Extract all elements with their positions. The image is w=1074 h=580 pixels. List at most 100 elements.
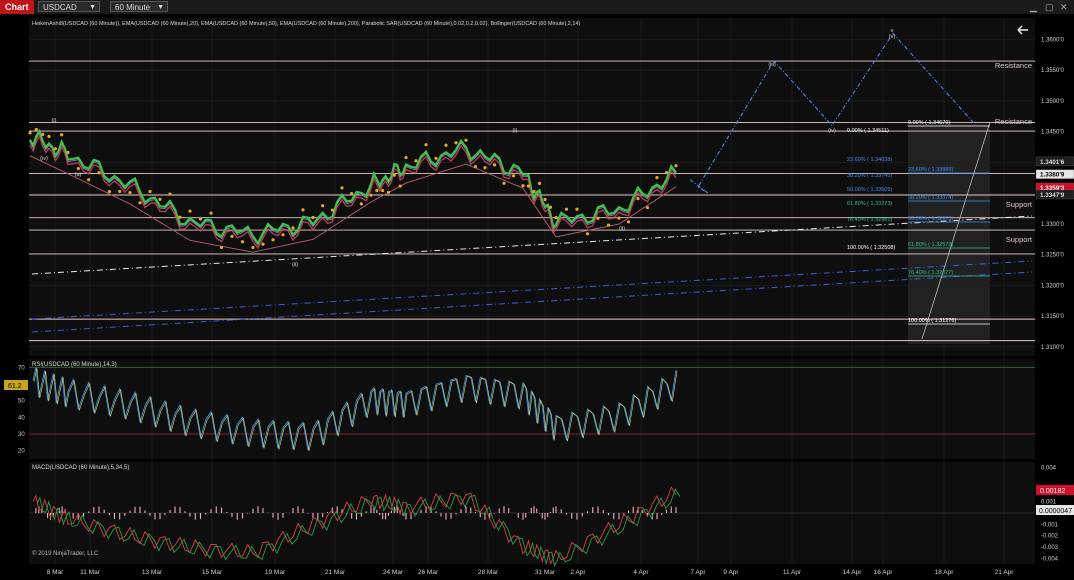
- sar-dot: [97, 171, 101, 175]
- sar-dot: [554, 215, 558, 220]
- sar-dot: [375, 188, 379, 193]
- wave-label: v: [891, 28, 894, 34]
- wave-label: (iv): [828, 128, 836, 134]
- toolbar: Chart USDCAD ▼ 60 Minute ▼ ▁ ▢ ✕: [0, 0, 1074, 15]
- fib-label: 0.00% ( 1.34511): [847, 128, 889, 134]
- macd-label: MACD(USDCAD (60 Minute),5,34,5): [32, 465, 129, 471]
- sar-dot: [359, 202, 363, 206]
- sar-dot: [511, 174, 516, 178]
- sar-dot: [521, 184, 525, 188]
- instrument-value: USDCAD: [43, 3, 77, 12]
- rsi-panel[interactable]: [29, 359, 1035, 459]
- sar-dot: [340, 186, 344, 190]
- chevron-down-icon: ▼: [89, 4, 96, 11]
- sar-dot: [464, 138, 468, 142]
- sar-dot: [575, 207, 579, 211]
- instrument-selector[interactable]: USDCAD ▼: [38, 1, 100, 12]
- wave-label: (v): [889, 34, 896, 40]
- price-tag-label: 1.3347'9: [1040, 192, 1065, 199]
- sar-dot: [585, 232, 590, 236]
- fib-label: 76.40% ( 1.32077): [908, 270, 953, 276]
- zone-label: Support: [1006, 235, 1033, 244]
- chart-tab[interactable]: Chart: [0, 0, 34, 14]
- x-tick-label: 13 Mar: [142, 569, 163, 576]
- price-tag-label: 1.3401'6: [1040, 159, 1065, 166]
- sar-dot: [596, 216, 600, 220]
- rsi-tick-label: 40: [18, 415, 25, 421]
- x-tick-label: 24 Mar: [383, 569, 404, 576]
- sar-dot: [118, 189, 122, 194]
- sar-dot: [386, 190, 391, 194]
- fib-label: 0.00% ( 1.34670): [908, 120, 950, 126]
- sar-dot: [87, 178, 91, 182]
- fib-label: 100.00% ( 1.31276): [908, 318, 956, 324]
- fib-label: 76.40% ( 1.32981): [847, 217, 892, 223]
- macd-signal-value: 0.0000047: [1039, 508, 1072, 515]
- rsi-tick-label: 70: [18, 365, 25, 371]
- sar-dot: [502, 181, 506, 185]
- x-tick-label: 8 Mar: [47, 569, 64, 576]
- sar-dot: [424, 143, 428, 147]
- sar-dot: [240, 240, 245, 244]
- wave-label: (iv): [40, 156, 48, 162]
- sar-dot: [645, 206, 650, 210]
- indicator-label: HeikenAshi8(USDCAD (60 Minute)), EMA(USD…: [32, 21, 581, 27]
- zone-label: Resistance: [995, 61, 1032, 70]
- sar-dot: [454, 141, 458, 145]
- x-tick-label: 19 Mar: [265, 569, 286, 576]
- sar-dot: [674, 164, 678, 168]
- wave-label: (a): [75, 172, 82, 178]
- sar-dot: [47, 134, 51, 138]
- interval-value: 60 Minute: [115, 3, 151, 12]
- fib-label: 23.60% ( 1.34038): [847, 157, 892, 163]
- sar-dot: [330, 208, 334, 212]
- sar-dot: [168, 192, 172, 196]
- macd-tick-label: -0.002: [1041, 534, 1059, 540]
- x-tick-label: 4 Apr: [633, 569, 649, 576]
- x-tick-label: 9 Apr: [723, 569, 739, 576]
- rsi-tick-label: 30: [18, 432, 25, 438]
- wave-label: (i): [52, 118, 57, 124]
- sar-dot: [444, 143, 448, 147]
- sar-dot: [564, 207, 569, 211]
- chart-canvas[interactable]: 0.00% ( 1.34511) 23.60% ( 1.34038) 38.20% …: [0, 14, 1074, 580]
- sar-dot: [311, 215, 315, 220]
- fib-label: 38.20% ( 1.33374): [908, 195, 953, 201]
- sar-dot: [434, 156, 438, 160]
- sar-dot: [178, 215, 182, 219]
- wave-label: (i): [513, 128, 518, 134]
- sar-dot: [664, 171, 669, 175]
- interval-selector[interactable]: 60 Minute ▼: [110, 1, 168, 12]
- copyright: © 2019 NinjaTrader, LLC: [32, 550, 99, 557]
- rsi-current-value: 61.2: [8, 383, 22, 390]
- sar-dot: [532, 190, 536, 194]
- x-tick-label: 11 Apr: [783, 569, 802, 576]
- y-tick-label: 1.3600'0: [1041, 38, 1064, 44]
- y-tick-label: 1.3500'0: [1041, 99, 1064, 105]
- macd-tick-label: 0.004: [1041, 466, 1057, 472]
- rsi-tick-label: 20: [18, 449, 25, 455]
- close-icon[interactable]: ✕: [1060, 0, 1068, 14]
- fib-label: 50.00% ( 1.32973): [908, 216, 953, 222]
- sar-dot: [138, 201, 142, 205]
- sar-dot: [107, 189, 111, 194]
- y-tick-label: 1.3200'0: [1041, 283, 1064, 289]
- sar-dot: [483, 166, 487, 170]
- sar-dot: [281, 233, 285, 237]
- y-tick-label: 1.3250'0: [1041, 253, 1064, 259]
- macd-current-value: 0.00182: [1040, 488, 1065, 495]
- sar-dot: [404, 155, 408, 160]
- sar-dot: [128, 190, 132, 195]
- sar-dot: [473, 164, 478, 169]
- sar-dot: [219, 245, 224, 250]
- sar-dot: [291, 226, 295, 230]
- zone-label: Resistance: [995, 117, 1032, 126]
- sar-dot: [261, 242, 265, 246]
- fib-label: 61.80% ( 1.33273): [847, 201, 892, 207]
- sar-dot: [492, 163, 497, 167]
- wave-label: (ii): [292, 262, 298, 268]
- sar-dot: [251, 245, 255, 250]
- sar-dot: [414, 159, 418, 163]
- minimize-icon[interactable]: ▁: [1030, 0, 1037, 14]
- maximize-icon[interactable]: ▢: [1045, 0, 1054, 14]
